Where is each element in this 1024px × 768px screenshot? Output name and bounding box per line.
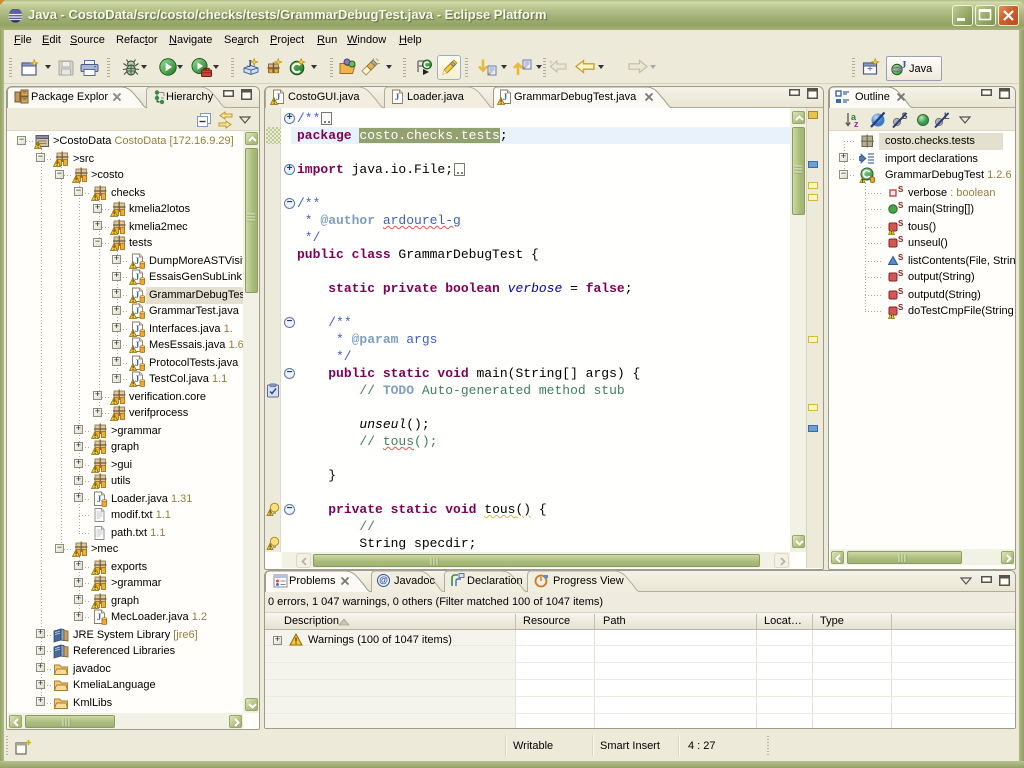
svg-text:J: J: [247, 59, 252, 70]
svg-text:S: S: [898, 253, 904, 262]
svg-text:J: J: [135, 272, 140, 282]
svg-text:J: J: [97, 494, 102, 504]
svg-text:J: J: [97, 612, 102, 622]
svg-text:S: S: [898, 185, 904, 194]
svg-text:J: J: [276, 92, 281, 102]
svg-text:S: S: [898, 235, 904, 244]
svg-text:J: J: [135, 324, 140, 334]
svg-text:J: J: [135, 374, 140, 384]
svg-text:J: J: [135, 358, 140, 368]
svg-text:S: S: [898, 303, 904, 312]
svg-text:J: J: [135, 290, 140, 300]
svg-text:S: S: [898, 201, 904, 210]
svg-text:J: J: [135, 306, 140, 316]
svg-text:J: J: [503, 92, 508, 102]
svg-text:J: J: [395, 92, 400, 102]
svg-text:S: S: [898, 287, 904, 296]
svg-text:S: S: [898, 219, 904, 228]
svg-text:J: J: [901, 59, 907, 71]
svg-text:J: J: [135, 256, 140, 266]
svg-text:S: S: [898, 269, 904, 278]
svg-text:z: z: [854, 119, 859, 129]
svg-text:J: J: [135, 340, 140, 350]
